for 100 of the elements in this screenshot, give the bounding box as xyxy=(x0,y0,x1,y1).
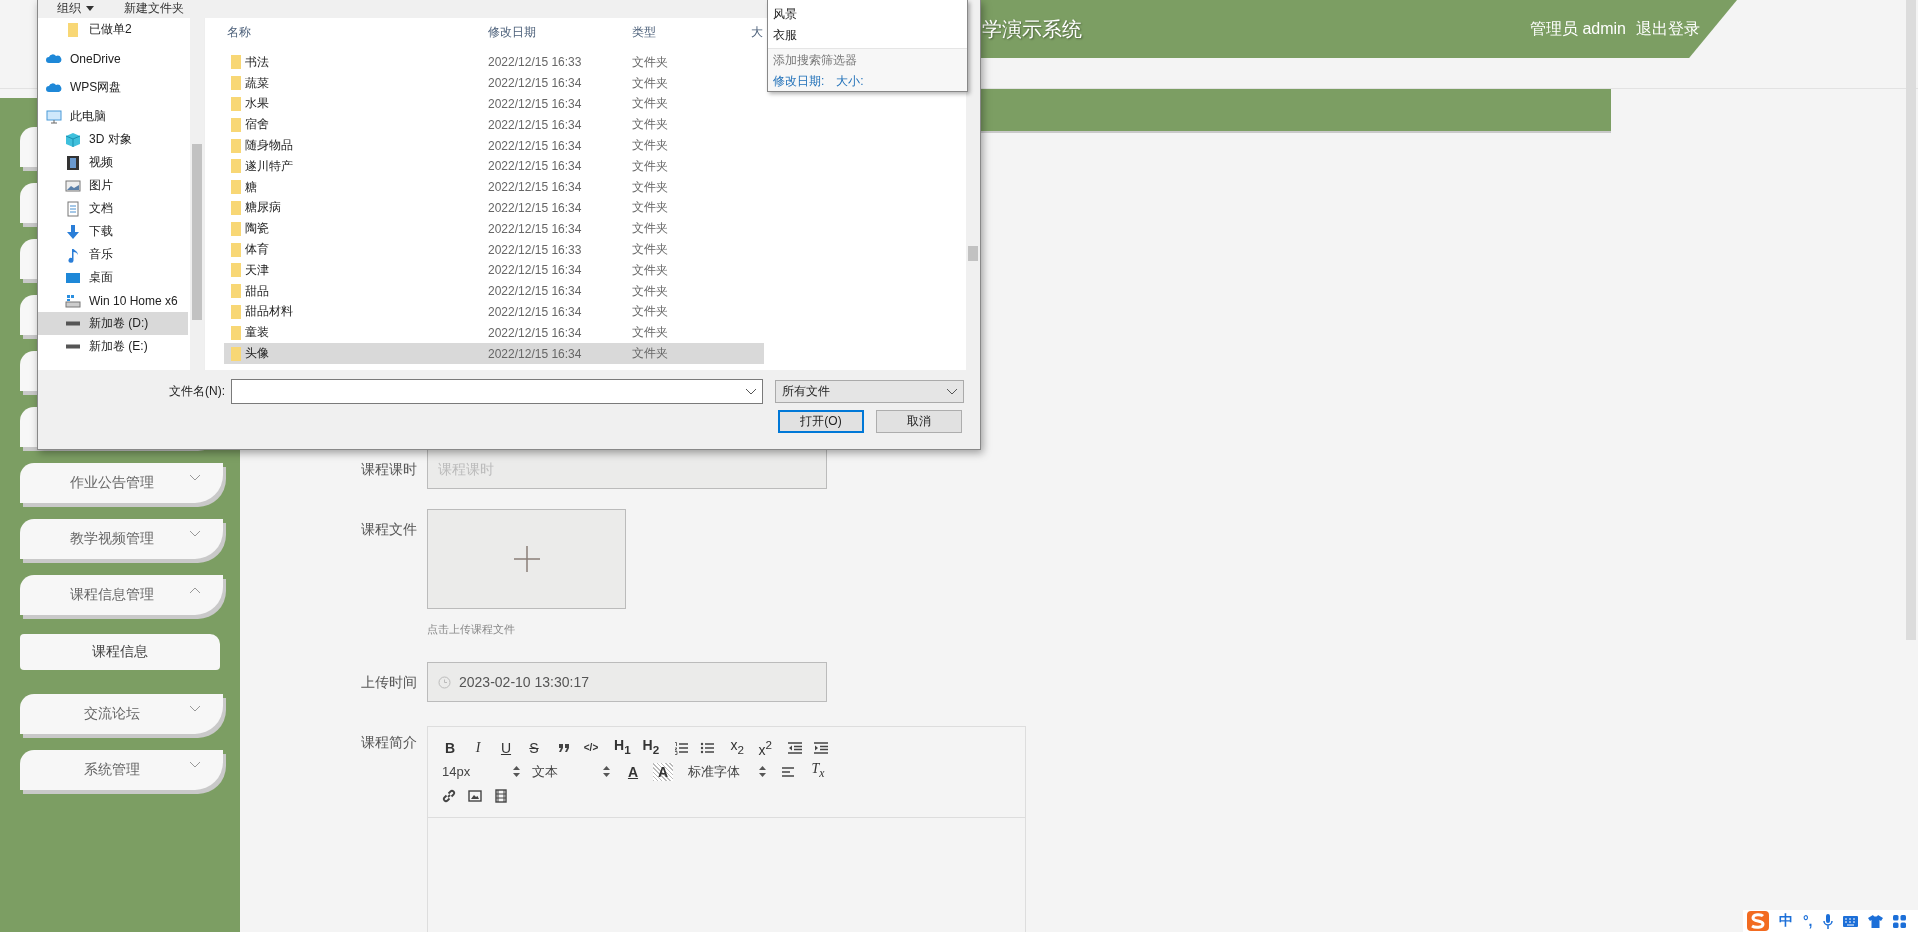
file-row[interactable]: 糖尿病 2022/12/15 16:34 文件夹 xyxy=(224,197,764,219)
chevron-down-icon xyxy=(947,388,957,395)
outdent-icon[interactable] xyxy=(788,740,803,755)
folder-icon xyxy=(230,199,242,216)
heading-button[interactable]: H$_{2}$ xyxy=(642,736,660,759)
folder-icon xyxy=(230,75,242,92)
download-icon xyxy=(65,223,81,240)
nav-item[interactable]: Win 10 Home x6 xyxy=(38,289,188,312)
cube-icon xyxy=(65,131,81,148)
nav-item[interactable]: 此电脑 xyxy=(38,105,188,128)
script-button[interactable]: x$^{2}$ xyxy=(757,736,774,759)
organize-menu[interactable]: 组织 xyxy=(57,0,94,16)
shirt-icon[interactable] xyxy=(1867,914,1883,928)
heading-button[interactable]: H$_{1}$ xyxy=(614,736,631,759)
script-button[interactable]: x$_{2}$ xyxy=(729,736,746,759)
nav-item[interactable]: 音乐 xyxy=(38,243,188,266)
code-button[interactable]: </> xyxy=(583,738,599,757)
dropdown-select[interactable]: 14px xyxy=(442,764,520,779)
filter-link[interactable]: 修改日期: xyxy=(773,73,825,90)
nav-item[interactable]: 图片 xyxy=(38,174,188,197)
filter-link[interactable]: 大小: xyxy=(836,73,864,90)
file-row[interactable]: 遂川特产 2022/12/15 16:34 文件夹 xyxy=(224,156,764,177)
back-color-button[interactable]: A xyxy=(653,762,673,781)
filename-label: 文件名(N): xyxy=(169,383,225,400)
file-row[interactable]: 甜品材料 2022/12/15 16:34 文件夹 xyxy=(224,301,764,323)
strike-button[interactable]: S xyxy=(526,738,542,757)
nav-item[interactable]: 已做单2 xyxy=(38,18,188,41)
font-color-button[interactable]: A xyxy=(625,762,641,781)
field-label: 课程课时 xyxy=(361,460,418,479)
file-row[interactable]: 陶瓷 2022/12/15 16:34 文件夹 xyxy=(224,218,764,240)
underline-button[interactable]: U xyxy=(498,738,514,757)
bullet-list-icon[interactable] xyxy=(700,740,715,755)
folder-icon xyxy=(230,116,242,133)
ime-mode[interactable]: 中 xyxy=(1779,912,1793,930)
document-icon xyxy=(65,200,81,217)
nav-item[interactable]: 下载 xyxy=(38,220,188,243)
plus-icon xyxy=(513,546,540,572)
file-row[interactable]: 蔬菜 2022/12/15 16:34 文件夹 xyxy=(224,72,764,94)
column-header[interactable]: 名称 xyxy=(227,23,251,41)
column-header[interactable]: 修改日期 xyxy=(488,23,536,41)
ordered-list-icon[interactable] xyxy=(674,740,689,755)
file-row[interactable]: 水果 2022/12/15 16:34 文件夹 xyxy=(224,93,764,115)
new-folder-button[interactable]: 新建文件夹 xyxy=(124,0,184,16)
image-icon[interactable] xyxy=(468,788,482,803)
indent-icon[interactable] xyxy=(814,740,829,755)
folder-icon xyxy=(230,137,242,154)
field-label: 课程简介 xyxy=(361,733,418,752)
folder-icon xyxy=(230,54,242,71)
file-row[interactable]: 书法 2022/12/15 16:33 文件夹 xyxy=(224,52,764,73)
file-row[interactable]: 随身物品 2022/12/15 16:34 文件夹 xyxy=(224,135,764,156)
folder-icon xyxy=(230,283,242,300)
keyboard-icon[interactable] xyxy=(1842,915,1858,927)
link-icon[interactable] xyxy=(442,788,456,803)
ime-mode[interactable]: °, xyxy=(1803,913,1813,929)
submenu-item[interactable]: 课程信息 xyxy=(20,634,220,670)
nav-item[interactable]: 新加卷 (E:) xyxy=(38,335,188,358)
clear-format-button[interactable]: T$_{x}$ xyxy=(810,760,826,783)
dropdown-select[interactable]: 标准字体 xyxy=(688,762,766,781)
updown-arrows-icon xyxy=(759,766,766,777)
file-row[interactable]: 童装 2022/12/15 16:34 文件夹 xyxy=(224,322,764,344)
dropdown-select[interactable]: 文本 xyxy=(532,762,610,781)
filename-field[interactable] xyxy=(231,379,763,404)
nav-item[interactable]: 桌面 xyxy=(38,266,188,289)
nav-item[interactable]: 新加卷 (D:) xyxy=(38,312,188,335)
file-row[interactable]: 天津 2022/12/15 16:34 文件夹 xyxy=(224,259,764,281)
file-row[interactable]: 糖 2022/12/15 16:34 文件夹 xyxy=(224,176,764,198)
folder-icon xyxy=(65,21,81,38)
nav-item[interactable]: OneDrive xyxy=(38,47,188,70)
bold-button[interactable]: B xyxy=(442,738,458,757)
grid-icon[interactable] xyxy=(1892,914,1906,928)
page-scrollbar[interactable] xyxy=(1906,0,1916,640)
folder-icon xyxy=(230,96,242,112)
nav-item[interactable]: 文档 xyxy=(38,197,188,220)
video-icon[interactable] xyxy=(494,788,508,803)
dialog-button[interactable]: 取消 xyxy=(876,410,962,433)
file-row[interactable]: 宿舍 2022/12/15 16:34 文件夹 xyxy=(224,114,764,136)
column-header[interactable]: 大 xyxy=(751,23,763,41)
nav-item[interactable]: WPS网盘 xyxy=(38,76,188,99)
updown-arrows-icon xyxy=(513,766,520,777)
field-label: 上传时间 xyxy=(361,673,418,692)
file-row[interactable]: 甜品 2022/12/15 16:34 文件夹 xyxy=(224,280,764,302)
music-icon xyxy=(65,246,81,263)
align-icon[interactable] xyxy=(781,764,795,779)
pc-icon xyxy=(46,108,62,125)
microphone-icon[interactable] xyxy=(1822,913,1833,929)
drive-icon xyxy=(65,321,81,326)
file-row[interactable]: 头像 2022/12/15 16:34 文件夹 xyxy=(224,343,764,364)
nav-item[interactable]: 3D 对象 xyxy=(38,128,188,151)
folder-icon xyxy=(230,220,242,237)
datetime-field[interactable]: 2023-02-10 13:30:17 xyxy=(427,662,827,702)
file-type-dropdown[interactable]: 所有文件 xyxy=(775,380,964,403)
system-drive-icon xyxy=(65,292,81,309)
file-row[interactable]: 体育 2022/12/15 16:33 文件夹 xyxy=(224,239,764,260)
suggestion-item[interactable]: 衣服 xyxy=(773,25,967,46)
nav-item[interactable]: 视频 xyxy=(38,151,188,174)
suggestion-item[interactable]: 风景 xyxy=(773,4,967,25)
italic-button[interactable]: I xyxy=(470,738,486,757)
folder-icon xyxy=(230,179,242,196)
column-header[interactable]: 类型 xyxy=(632,23,656,41)
dialog-button[interactable]: 打开(O) xyxy=(778,410,864,433)
